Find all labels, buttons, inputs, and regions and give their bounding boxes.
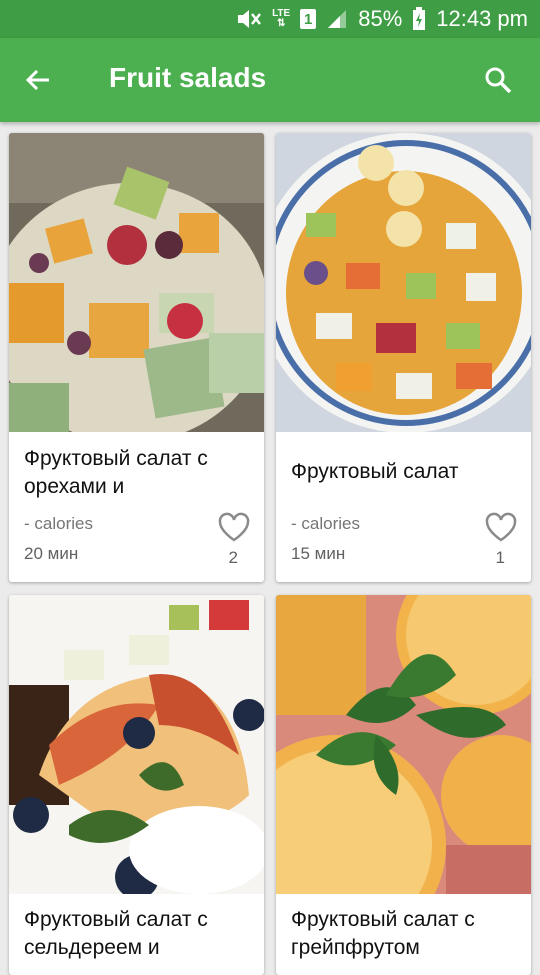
page-title: Fruit salads	[109, 62, 267, 93]
signal-icon	[326, 8, 348, 30]
favorite-button[interactable]	[217, 511, 251, 543]
recipe-calories: - calories	[24, 514, 93, 533]
recipe-calories: - calories	[291, 514, 360, 533]
recipe-card[interactable]: Фруктовый салат с грейпфрутом	[276, 595, 531, 975]
recipe-time: 15 мин	[291, 544, 346, 563]
recipe-title: Фруктовый салат с грейпфрутом	[291, 908, 475, 959]
recipe-photo	[9, 595, 264, 894]
search-icon	[485, 67, 512, 94]
recipe-photo	[276, 595, 531, 894]
favorite-button[interactable]	[484, 511, 518, 543]
likes-count: 1	[495, 548, 505, 567]
heart-outline-icon	[218, 512, 250, 542]
recipe-title: Фруктовый салат с орехами и	[24, 447, 208, 498]
battery-level: 85%	[358, 6, 403, 31]
status-bar: LTE ⇅ 1 85% 12:43 pm	[0, 0, 540, 38]
heart-outline-icon	[485, 512, 517, 542]
sim-icon: 1	[300, 9, 317, 29]
recipe-card[interactable]: Фруктовый салат с орехами и - calories 2…	[9, 133, 264, 582]
recipe-card[interactable]: Фруктовый салат - calories 15 мин 1	[276, 133, 531, 582]
back-button[interactable]	[18, 60, 58, 100]
clock: 12:43 pm	[436, 6, 528, 31]
recipe-title: Фруктовый салат с сельдереем и	[24, 908, 208, 959]
recipe-card[interactable]: Фруктовый салат с сельдереем и	[9, 595, 264, 975]
recipe-photo	[9, 133, 264, 432]
arrow-back-icon	[25, 69, 49, 91]
search-button[interactable]	[478, 60, 518, 100]
lte-icon: LTE ⇅	[272, 8, 291, 29]
mute-icon	[236, 8, 262, 30]
likes-count: 2	[228, 548, 238, 567]
app-bar: Fruit salads	[0, 38, 540, 122]
battery-charging-icon	[412, 7, 426, 31]
recipe-time: 20 мин	[24, 544, 79, 563]
recipe-photo	[276, 133, 531, 432]
recipe-title: Фруктовый салат	[291, 460, 459, 483]
